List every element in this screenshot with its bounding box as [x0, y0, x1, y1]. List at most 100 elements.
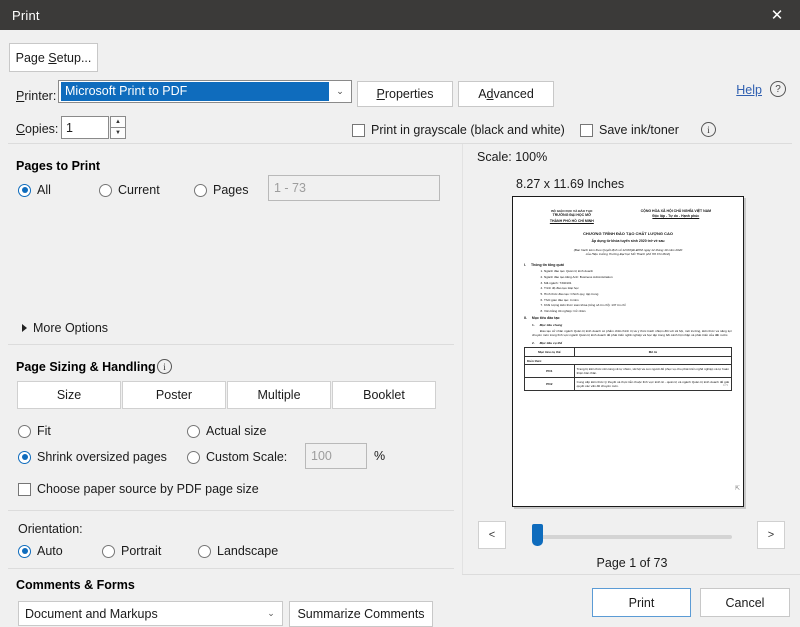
table-row: PO2 Cung cấp kiến thức lý thuyết và thực…	[524, 377, 733, 392]
document-header-left: BỘ GIÁO DỤC VÀ ĐÀO TẠO TRƯỜNG ĐẠI HỌC MỞ…	[524, 209, 620, 224]
printer-selected-value: Microsoft Print to PDF	[61, 82, 329, 101]
subsection-title: Mục tiêu chung	[539, 322, 563, 327]
printer-select[interactable]: Microsoft Print to PDF ⌄	[58, 80, 352, 103]
page-setup-button[interactable]: Page Setup...	[9, 43, 98, 72]
list-item: Thời gian đào tạo: 4 năm	[544, 298, 732, 302]
radio-icon	[18, 424, 31, 438]
page-range-input[interactable]: 1 - 73	[268, 175, 440, 201]
list-item: Khối lượng kiến thức toàn khóa (tổng số …	[544, 303, 732, 307]
list-item: Văn bằng tốt nghiệp: Cử nhân	[544, 309, 732, 313]
summarize-comments-button[interactable]: Summarize Comments	[289, 601, 433, 627]
radio-pages-all[interactable]: All	[18, 183, 51, 197]
header-line: Độc lập - Tự do - Hạnh phúc	[652, 214, 700, 219]
previous-page-button[interactable]: <	[478, 521, 506, 549]
printer-section: Printer: Microsoft Print to PDF ⌄ Proper…	[0, 38, 800, 143]
document-header: BỘ GIÁO DỤC VÀ ĐÀO TẠO TRƯỜNG ĐẠI HỌC MỞ…	[524, 209, 732, 224]
radio-orientation-landscape[interactable]: Landscape	[198, 544, 278, 558]
comments-forms-title: Comments & Forms	[16, 578, 135, 592]
radio-custom-scale[interactable]: Custom Scale:	[187, 450, 287, 464]
list-item: Ngành đào tạo tiếng Anh: Business Admini…	[544, 275, 732, 279]
radio-actual-size[interactable]: Actual size	[187, 424, 266, 438]
checkbox-box-icon	[18, 482, 31, 496]
custom-scale-input[interactable]: 100	[305, 443, 367, 469]
copies-decrement-icon[interactable]: ▼	[110, 128, 126, 139]
table-cell-code: PO1	[524, 364, 575, 379]
table-group-cell: Kiến thức	[524, 355, 732, 366]
radio-orientation-portrait[interactable]: Portrait	[102, 544, 161, 558]
section-number: II.	[524, 316, 527, 321]
radio-label: Auto	[37, 544, 63, 558]
document-subsection-2: 2. Mục tiêu cụ thể	[524, 341, 732, 345]
chevron-down-icon[interactable]: ⌄	[260, 608, 282, 619]
tab-booklet[interactable]: Booklet	[332, 381, 436, 409]
radio-label: Custom Scale:	[206, 450, 288, 464]
save-ink-checkbox[interactable]: Save ink/toner	[580, 123, 679, 137]
document-section-1: I. Thông tin tổng quát	[524, 263, 732, 268]
print-button[interactable]: Print	[592, 588, 691, 617]
copies-input[interactable]: 1	[61, 116, 109, 139]
page-setup-label: Page Setup...	[15, 50, 92, 65]
table-cell-code: PO2	[524, 377, 575, 392]
page-slider-track[interactable]	[532, 535, 732, 539]
chevron-down-icon[interactable]: ⌄	[329, 81, 351, 102]
tab-size[interactable]: Size	[17, 381, 121, 409]
window-title: Print	[12, 7, 40, 23]
comments-forms-select[interactable]: Document and Markups ⌄	[18, 601, 283, 626]
more-options-toggle[interactable]: More Options	[22, 321, 108, 335]
next-page-button[interactable]: >	[757, 521, 785, 549]
cancel-label: Cancel	[725, 595, 765, 610]
radio-pages-range[interactable]: Pages	[194, 183, 248, 197]
header-line: THÀNH PHỐ HỒ CHÍ MINH	[549, 218, 594, 223]
more-options-label: More Options	[33, 321, 109, 335]
properties-button[interactable]: Properties	[357, 81, 453, 107]
section-title: Thông tin tổng quát	[530, 262, 564, 267]
grayscale-label: Print in grayscale (black and white)	[371, 123, 565, 137]
help-icon[interactable]: ?	[770, 81, 786, 97]
radio-icon	[198, 544, 211, 558]
radio-icon	[99, 183, 112, 197]
table-header-cell: Mô tả	[573, 347, 733, 357]
radio-shrink-oversized[interactable]: Shrink oversized pages	[18, 450, 167, 464]
paper-source-checkbox[interactable]: Choose paper source by PDF page size	[18, 482, 259, 496]
summarize-comments-label: Summarize Comments	[297, 607, 425, 621]
dialog-body: Printer: Microsoft Print to PDF ⌄ Proper…	[0, 30, 800, 627]
grayscale-checkbox[interactable]: Print in grayscale (black and white)	[352, 123, 565, 137]
page-slider-thumb[interactable]	[532, 524, 543, 546]
comments-forms-value: Document and Markups	[25, 606, 158, 621]
print-label: Print	[628, 595, 655, 610]
copies-stepper[interactable]: ▲ ▼	[110, 116, 126, 139]
tab-poster[interactable]: Poster	[122, 381, 226, 409]
help-link[interactable]: Help	[736, 83, 762, 97]
radio-orientation-auto[interactable]: Auto	[18, 544, 63, 558]
section-divider	[8, 568, 454, 569]
copies-increment-icon[interactable]: ▲	[110, 116, 126, 128]
subsection-title: Mục tiêu cụ thể	[539, 340, 563, 345]
radio-pages-current[interactable]: Current	[99, 183, 160, 197]
save-ink-info-icon[interactable]: i	[701, 122, 716, 137]
document-section-1-list: Ngành đào tạo: Quản trị kinh doanh Ngành…	[524, 269, 732, 313]
scale-label: Scale: 100%	[477, 150, 548, 164]
table-header-row: Mục tiêu cụ thể Mô tả	[524, 347, 733, 357]
radio-icon	[194, 183, 207, 197]
table-cell-desc: Cung cấp kiến thức lý thuyết và thực tiễ…	[573, 377, 733, 392]
table-row: PO1 Trang bị kiến thức nền tảng về tự nh…	[524, 364, 733, 379]
printer-label: Printer:	[16, 89, 57, 103]
cancel-button[interactable]: Cancel	[700, 588, 790, 617]
tab-multiple[interactable]: Multiple	[227, 381, 331, 409]
radio-icon	[187, 450, 200, 464]
tab-label: Poster	[155, 388, 193, 402]
page-preview[interactable]: BỘ GIÁO DỤC VÀ ĐÀO TẠO TRƯỜNG ĐẠI HỌC MỞ…	[512, 196, 744, 507]
save-ink-label: Save ink/toner	[599, 123, 679, 137]
footer-divider	[462, 574, 800, 575]
page-sizing-info-icon[interactable]: i	[157, 359, 172, 374]
list-item: Mã ngành: 7340101	[544, 281, 732, 285]
close-icon[interactable]: ✕	[754, 0, 800, 30]
radio-label: Portrait	[121, 544, 162, 558]
document-note-line: của Hiệu trưởng Trường Đại học Mở Thành …	[585, 252, 671, 257]
table-cell-desc: Trang bị kiến thức nền tảng về tự nhiên,…	[573, 364, 733, 379]
tab-label: Booklet	[363, 388, 405, 402]
table-header-cell: Mục tiêu cụ thể	[524, 347, 575, 357]
radio-fit[interactable]: Fit	[18, 424, 51, 438]
radio-icon	[18, 544, 31, 558]
advanced-button[interactable]: Advanced	[458, 81, 554, 107]
